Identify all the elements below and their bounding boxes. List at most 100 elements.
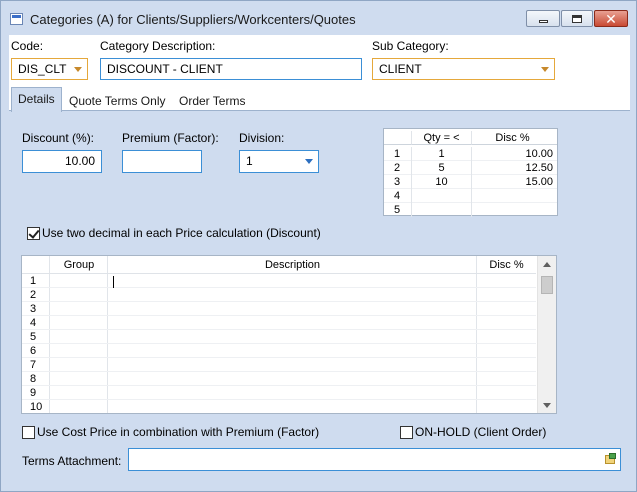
scroll-down-button[interactable]: [538, 397, 556, 413]
tab-strip: Details Quote Terms Only Order Terms: [9, 87, 630, 112]
disc-cell[interactable]: [472, 189, 557, 203]
row-number: 8: [30, 373, 37, 385]
categories-window: Categories (A) for Clients/Suppliers/Wor…: [0, 0, 637, 492]
table-row[interactable]: 4: [22, 316, 536, 330]
close-icon: ✕: [605, 10, 617, 27]
grid-header-row: Group Description Disc %: [22, 256, 536, 274]
row-number: 3: [30, 303, 37, 315]
two-decimal-checkbox[interactable]: [27, 227, 40, 240]
minimize-button[interactable]: [526, 10, 560, 27]
details-panel: Discount (%): 10.00 Premium (Factor): Di…: [9, 110, 630, 485]
division-value: 1: [246, 154, 253, 168]
row-number: 10: [30, 401, 43, 413]
window-title: Categories (A) for Clients/Suppliers/Wor…: [30, 12, 356, 27]
table-row[interactable]: 3 10 15.00: [384, 175, 557, 189]
row-number: 4: [384, 189, 412, 203]
qty-cell[interactable]: [412, 203, 472, 217]
category-description-value: DISCOUNT - CLIENT: [107, 62, 223, 76]
row-number: 2: [30, 289, 37, 301]
two-decimal-label[interactable]: Use two decimal in each Price calculatio…: [42, 226, 321, 240]
row-number: 1: [384, 147, 412, 161]
cost-price-label[interactable]: Use Cost Price in combination with Premi…: [37, 425, 319, 439]
chevron-down-icon: [305, 159, 313, 164]
table-row[interactable]: 7: [22, 358, 536, 372]
division-label: Division:: [239, 131, 285, 145]
quantity-discount-grid[interactable]: Qty = < Disc % 1 1 10.00 2 5 12.50 3 10 …: [383, 128, 558, 217]
discount-value: 10.00: [64, 154, 95, 168]
disc-column-header[interactable]: Disc %: [477, 259, 536, 271]
chevron-down-icon: [541, 67, 549, 72]
chevron-down-icon: [74, 67, 82, 72]
row-number: 6: [30, 345, 37, 357]
disc-cell[interactable]: 15.00: [472, 175, 557, 189]
group-discount-grid[interactable]: Group Description Disc % 1 2 3 4 5 6 7 8…: [21, 255, 557, 414]
scroll-thumb[interactable]: [541, 276, 553, 294]
category-description-label: Category Description:: [100, 39, 216, 53]
code-label: Code:: [11, 39, 44, 53]
qty-cell[interactable]: [412, 189, 472, 203]
table-row[interactable]: 2 5 12.50: [384, 161, 557, 175]
disc-cell[interactable]: 12.50: [472, 161, 557, 175]
app-window-icon: [10, 13, 23, 25]
scroll-up-icon: [543, 261, 551, 267]
sub-category-value: CLIENT: [379, 62, 422, 76]
table-row[interactable]: 6: [22, 344, 536, 358]
row-number: 5: [30, 331, 37, 343]
row-number-header: [384, 131, 412, 145]
row-number: 4: [30, 317, 37, 329]
qty-column-header[interactable]: Qty = <: [412, 131, 472, 145]
row-number: 1: [30, 275, 37, 287]
vertical-scrollbar[interactable]: [537, 256, 556, 413]
row-number: 5: [384, 203, 412, 217]
table-row[interactable]: 5: [384, 203, 557, 217]
attach-file-icon[interactable]: [605, 453, 617, 465]
row-number: 7: [30, 359, 37, 371]
table-row[interactable]: 3: [22, 302, 536, 316]
tab-details[interactable]: Details: [11, 87, 62, 112]
cost-price-checkbox[interactable]: [22, 426, 35, 439]
terms-attachment-label: Terms Attachment:: [22, 454, 122, 468]
tab-order-terms[interactable]: Order Terms: [175, 92, 249, 110]
disc-cell[interactable]: [472, 203, 557, 217]
table-row[interactable]: 9: [22, 386, 536, 400]
minimize-icon: [538, 20, 548, 23]
division-dropdown[interactable]: 1: [239, 150, 319, 173]
code-value: DIS_CLT: [18, 62, 67, 76]
grid-header-row: Qty = < Disc %: [384, 131, 557, 145]
close-button[interactable]: ✕: [594, 10, 628, 27]
disc-cell[interactable]: 10.00: [472, 147, 557, 161]
table-row[interactable]: 8: [22, 372, 536, 386]
terms-attachment-input[interactable]: [128, 448, 621, 471]
discount-label: Discount (%):: [22, 131, 95, 145]
description-column-header[interactable]: Description: [108, 259, 477, 271]
table-row[interactable]: 10: [22, 400, 536, 414]
table-row[interactable]: 5: [22, 330, 536, 344]
qty-cell[interactable]: 1: [412, 147, 472, 161]
table-row[interactable]: 2: [22, 288, 536, 302]
form-body: Code: DIS_CLT Category Description: DISC…: [9, 35, 630, 485]
sub-category-dropdown[interactable]: CLIENT: [372, 58, 555, 80]
sub-category-label: Sub Category:: [372, 39, 449, 53]
on-hold-label[interactable]: ON-HOLD (Client Order): [415, 425, 546, 439]
tab-quote-terms-only[interactable]: Quote Terms Only: [65, 92, 169, 110]
category-description-input[interactable]: DISCOUNT - CLIENT: [100, 58, 362, 80]
title-bar[interactable]: Categories (A) for Clients/Suppliers/Wor…: [1, 1, 636, 35]
row-number: 2: [384, 161, 412, 175]
on-hold-checkbox[interactable]: [400, 426, 413, 439]
scroll-up-button[interactable]: [538, 256, 556, 272]
code-dropdown[interactable]: DIS_CLT: [11, 58, 88, 80]
discount-input[interactable]: 10.00: [22, 150, 102, 173]
table-row[interactable]: 4: [384, 189, 557, 203]
row-number: 9: [30, 387, 37, 399]
file-arrow-shape: [609, 453, 616, 459]
disc-column-header[interactable]: Disc %: [472, 131, 557, 145]
row-number: 3: [384, 175, 412, 189]
premium-input[interactable]: [122, 150, 202, 173]
group-column-header[interactable]: Group: [50, 259, 108, 271]
qty-cell[interactable]: 5: [412, 161, 472, 175]
maximize-icon: [572, 14, 582, 23]
table-row[interactable]: 1 1 10.00: [384, 147, 557, 161]
table-row[interactable]: 1: [22, 274, 536, 288]
qty-cell[interactable]: 10: [412, 175, 472, 189]
maximize-button[interactable]: [561, 10, 593, 27]
